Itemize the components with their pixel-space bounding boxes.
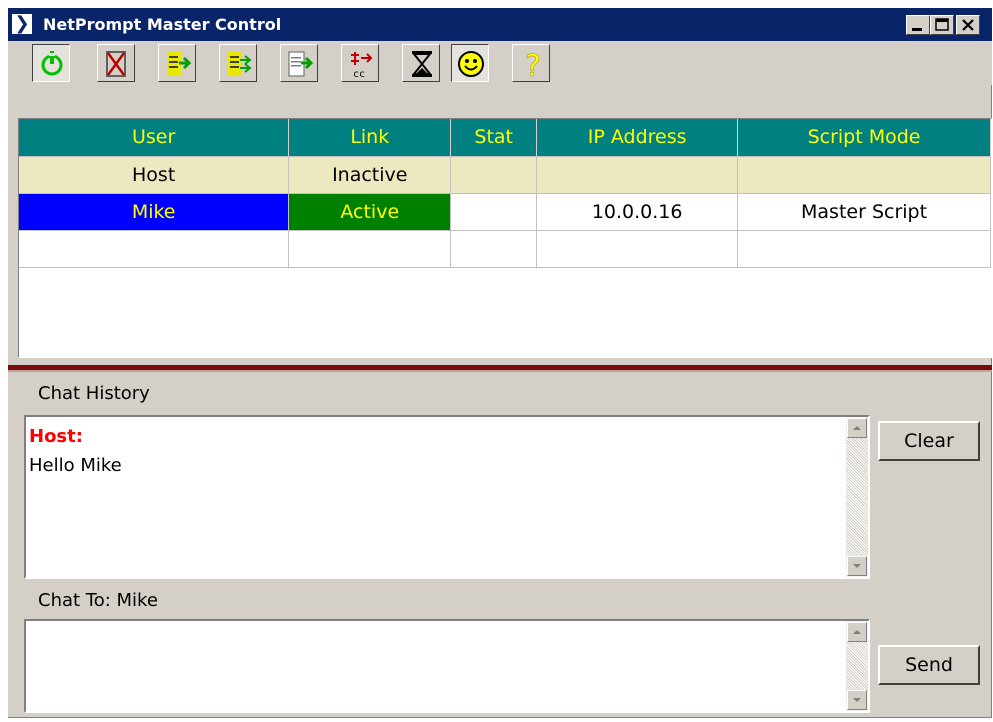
smiley-icon bbox=[458, 51, 484, 77]
arrow-up-icon bbox=[853, 630, 861, 634]
script-mode-cell[interactable]: Master Script bbox=[737, 193, 991, 231]
users-grid: User Link Stat IP Address Script Mode Ho… bbox=[18, 118, 992, 358]
help-icon: ? bbox=[525, 49, 542, 79]
script-mode-cell[interactable] bbox=[737, 230, 991, 268]
column-header-ip-address[interactable]: IP Address bbox=[536, 119, 739, 157]
scroll-track[interactable] bbox=[846, 438, 868, 556]
script-forward-all-button[interactable] bbox=[219, 44, 257, 82]
scroll-up-button[interactable] bbox=[847, 622, 867, 642]
close-button[interactable] bbox=[956, 15, 980, 35]
minimize-icon bbox=[912, 28, 922, 31]
smiley-button[interactable] bbox=[451, 44, 489, 82]
link-cell[interactable] bbox=[288, 230, 452, 268]
send-button[interactable]: Send bbox=[878, 645, 980, 685]
chat-message: Hello Mike bbox=[29, 455, 122, 476]
arrow-up-icon bbox=[853, 426, 861, 430]
stat-cell[interactable] bbox=[450, 156, 538, 194]
panel-splitter[interactable] bbox=[8, 365, 992, 372]
column-header-user[interactable]: User bbox=[19, 119, 290, 157]
window-title: NetPrompt Master Control bbox=[43, 15, 282, 34]
clear-button[interactable]: Clear bbox=[878, 421, 980, 461]
table-row[interactable] bbox=[19, 230, 991, 268]
app-icon[interactable]: ❯ bbox=[12, 14, 32, 34]
toolbar: cc ? bbox=[8, 41, 992, 85]
user-cell[interactable] bbox=[19, 230, 290, 268]
title-bar[interactable]: ❯ NetPrompt Master Control bbox=[8, 8, 992, 41]
scroll-down-button[interactable] bbox=[847, 690, 867, 710]
link-cell[interactable]: Active bbox=[288, 193, 452, 231]
hourglass-icon bbox=[411, 51, 433, 77]
column-header-script-mode[interactable]: Script Mode bbox=[737, 119, 991, 157]
minimize-button[interactable] bbox=[906, 15, 930, 35]
closed-caption-button[interactable]: cc bbox=[341, 44, 379, 82]
ip-cell[interactable] bbox=[536, 156, 739, 194]
hourglass-button[interactable] bbox=[402, 44, 440, 82]
column-header-stat[interactable]: Stat bbox=[450, 119, 538, 157]
scroll-track[interactable] bbox=[846, 642, 868, 692]
chat-input-scrollbar[interactable] bbox=[846, 621, 868, 711]
chat-sender: Host: bbox=[29, 426, 83, 447]
script-forward-icon bbox=[167, 52, 192, 76]
power-icon bbox=[41, 51, 63, 76]
document-send-icon bbox=[288, 51, 314, 77]
stop-icon bbox=[106, 51, 126, 77]
chat-history-box[interactable]: Host: Hello Mike bbox=[24, 415, 870, 579]
stat-cell[interactable] bbox=[450, 193, 538, 231]
column-header-link[interactable]: Link bbox=[288, 119, 452, 157]
svg-text:cc: cc bbox=[353, 69, 365, 79]
maximize-button[interactable] bbox=[930, 15, 954, 35]
link-cell[interactable]: Inactive bbox=[288, 156, 452, 194]
table-row[interactable]: Host Inactive bbox=[19, 156, 991, 194]
table-row[interactable]: Mike Active 10.0.0.16 Master Script bbox=[19, 193, 991, 231]
chat-history-scrollbar[interactable] bbox=[846, 417, 868, 577]
grid-header-row: User Link Stat IP Address Script Mode bbox=[19, 119, 991, 157]
user-cell[interactable]: Mike bbox=[19, 193, 290, 231]
users-table: User Link Stat IP Address Script Mode Ho… bbox=[19, 119, 991, 268]
netprompt-window: ❯ NetPrompt Master Control cc ? User Lin… bbox=[8, 8, 992, 718]
script-forward-button[interactable] bbox=[158, 44, 196, 82]
arrow-down-icon bbox=[853, 564, 861, 568]
help-button[interactable]: ? bbox=[512, 44, 550, 82]
scroll-up-button[interactable] bbox=[847, 418, 867, 438]
script-mode-cell[interactable] bbox=[737, 156, 991, 194]
power-button[interactable] bbox=[32, 44, 70, 82]
ip-cell[interactable]: 10.0.0.16 bbox=[536, 193, 739, 231]
stop-button[interactable] bbox=[97, 44, 135, 82]
document-send-button[interactable] bbox=[280, 44, 318, 82]
chat-to-label: Chat To: Mike bbox=[38, 590, 158, 611]
arrow-down-icon bbox=[853, 698, 861, 702]
maximize-icon bbox=[935, 18, 949, 31]
svg-text:?: ? bbox=[525, 49, 541, 79]
chat-history-label: Chat History bbox=[38, 383, 150, 404]
script-forward-all-icon bbox=[228, 52, 252, 76]
chat-input-box[interactable] bbox=[24, 619, 870, 713]
closed-caption-icon: cc bbox=[351, 52, 373, 79]
ip-cell[interactable] bbox=[536, 230, 739, 268]
scroll-down-button[interactable] bbox=[847, 556, 867, 576]
user-cell[interactable]: Host bbox=[19, 156, 290, 194]
stat-cell[interactable] bbox=[450, 230, 538, 268]
close-icon bbox=[962, 19, 974, 31]
